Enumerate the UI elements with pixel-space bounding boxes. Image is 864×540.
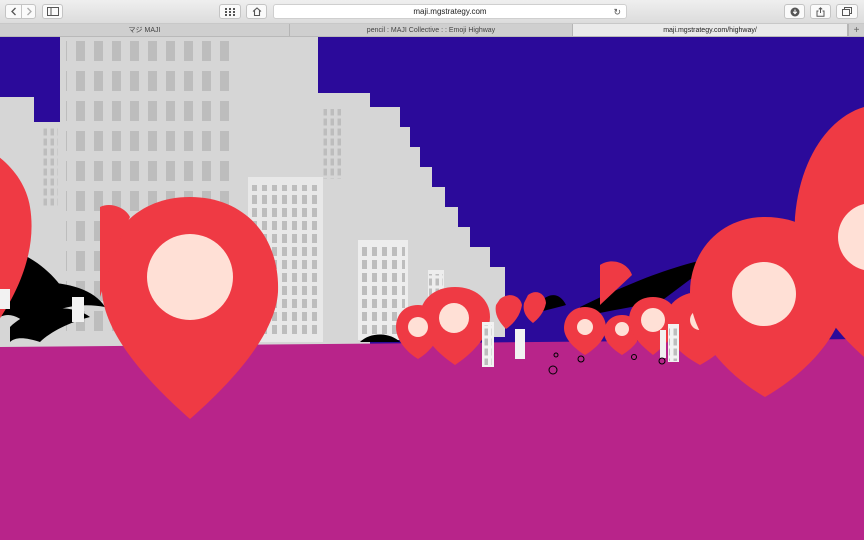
tab-bar: マジ MAJI pencil : MAJI Collective : : Emo…	[0, 24, 864, 37]
tab-highway[interactable]: maji.mgstrategy.com/highway/	[573, 24, 848, 36]
sidebar-icon	[46, 7, 59, 16]
tabs-icon	[842, 7, 852, 16]
tab-label: maji.mgstrategy.com/highway/	[663, 26, 757, 34]
address-bar[interactable]: maji.mgstrategy.com ↻	[273, 4, 627, 19]
new-tab-button[interactable]: +	[848, 24, 864, 36]
map-pin-dot	[439, 303, 469, 333]
reload-icon[interactable]: ↻	[613, 7, 621, 18]
map-pin-dot	[408, 317, 428, 337]
map-pin-dot	[641, 308, 665, 332]
top-sites-button[interactable]	[219, 4, 241, 19]
tab-label: pencil : MAJI Collective : : Emoji Highw…	[366, 26, 496, 34]
tab-pencil-emoji-highway[interactable]: pencil : MAJI Collective : : Emoji Highw…	[290, 24, 573, 36]
address-bar-text: maji.mgstrategy.com	[413, 7, 487, 16]
map-pin-dot	[615, 322, 629, 336]
map-pin-dot	[732, 262, 796, 326]
forward-button[interactable]	[21, 4, 36, 19]
highway-canvas[interactable]	[0, 37, 864, 540]
tabs-overview-button[interactable]	[836, 4, 858, 19]
map-pin-dot	[577, 319, 593, 335]
downloads-button[interactable]	[784, 4, 805, 19]
download-icon	[790, 7, 799, 16]
back-button[interactable]	[5, 4, 22, 19]
chevron-right-icon	[26, 7, 32, 16]
plus-icon: +	[853, 24, 860, 36]
home-button[interactable]	[246, 4, 267, 19]
tab-maji[interactable]: マジ MAJI	[0, 24, 290, 36]
tab-label: マジ MAJI	[128, 27, 161, 34]
chevron-left-icon	[10, 7, 16, 16]
share-button[interactable]	[810, 4, 831, 19]
browser-toolbar: maji.mgstrategy.com ↻	[0, 0, 864, 24]
map-pin-dot	[147, 234, 233, 320]
emoji-highway-scene[interactable]	[0, 37, 864, 540]
home-icon	[252, 7, 261, 16]
share-icon	[816, 6, 825, 17]
grid-icon	[225, 7, 235, 16]
sidebar-button[interactable]	[42, 4, 63, 19]
